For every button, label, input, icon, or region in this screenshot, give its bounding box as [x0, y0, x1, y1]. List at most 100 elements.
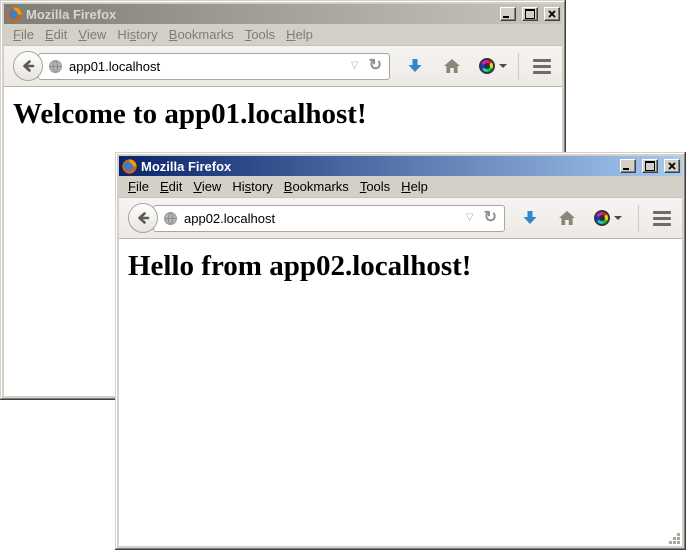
- toolbar-right-group: [518, 53, 553, 80]
- menu-label-part: H: [401, 179, 410, 194]
- menu-label-part: ools: [366, 179, 390, 194]
- navigation-toolbar: app02.localhost: [119, 197, 682, 239]
- menu-bookmarks[interactable]: Bookmarks: [284, 179, 349, 194]
- menu-label-part: ookmarks: [292, 179, 348, 194]
- menu-history[interactable]: History: [232, 179, 272, 194]
- hamburger-menu-icon: [653, 211, 671, 214]
- urlbar-dropdown-icon[interactable]: [349, 61, 361, 71]
- minimize-button[interactable]: [620, 159, 636, 173]
- menu-label-part: E: [45, 27, 54, 42]
- reload-icon[interactable]: [482, 210, 499, 226]
- firefox-window-app02: Mozilla Firefox File Edit View History B…: [115, 152, 686, 550]
- download-arrow-icon: [521, 209, 539, 227]
- home-button[interactable]: [443, 58, 461, 74]
- menu-help[interactable]: Help: [401, 179, 428, 194]
- page-heading: Welcome to app01.localhost!: [13, 98, 562, 131]
- firefox-icon[interactable]: [122, 159, 137, 174]
- close-button[interactable]: [544, 7, 560, 21]
- hamburger-menu-icon: [653, 217, 671, 220]
- window-title: Mozilla Firefox: [141, 159, 614, 174]
- toolbar-right-group: [638, 205, 673, 232]
- menu-label-part: E: [160, 179, 169, 194]
- addon-button[interactable]: [479, 58, 507, 74]
- urlbar-dropdown-icon[interactable]: [464, 213, 476, 223]
- menubar: File Edit View History Bookmarks Tools H…: [119, 176, 682, 197]
- hamburger-menu-icon: [653, 223, 671, 226]
- menu-view[interactable]: View: [78, 27, 106, 42]
- menu-label-part: F: [128, 179, 136, 194]
- menu-button[interactable]: [531, 57, 553, 76]
- menu-help[interactable]: Help: [286, 27, 313, 42]
- home-icon: [558, 210, 576, 226]
- titlebar[interactable]: Mozilla Firefox: [119, 156, 682, 176]
- close-button[interactable]: [664, 159, 680, 173]
- desktop: { "colors": { "chrome_gray": "#d4d0c8", …: [0, 0, 688, 551]
- home-button[interactable]: [558, 210, 576, 226]
- menu-history[interactable]: History: [117, 27, 157, 42]
- firefox-icon[interactable]: [7, 7, 22, 22]
- colorwheel-icon: [479, 58, 495, 74]
- url-text: app02.localhost: [184, 211, 458, 226]
- menu-label-part: Hi: [232, 179, 244, 194]
- menu-label-part: iew: [202, 179, 222, 194]
- menu-label-part: H: [286, 27, 295, 42]
- minimize-icon: [623, 168, 629, 170]
- globe-icon: [48, 59, 63, 74]
- home-icon: [443, 58, 461, 74]
- hamburger-menu-icon: [533, 65, 551, 68]
- menu-view[interactable]: View: [193, 179, 221, 194]
- menu-tools[interactable]: Tools: [360, 179, 390, 194]
- back-button[interactable]: [128, 203, 158, 233]
- menu-label-part: Hi: [117, 27, 129, 42]
- menu-label-part: V: [193, 179, 201, 194]
- reload-icon[interactable]: [367, 58, 384, 74]
- hamburger-menu-icon: [533, 59, 551, 62]
- menu-label-part: ookmarks: [177, 27, 233, 42]
- globe-icon: [163, 211, 178, 226]
- back-arrow-icon: [20, 58, 36, 74]
- menu-label-part: iew: [87, 27, 107, 42]
- maximize-button[interactable]: [642, 159, 658, 173]
- maximize-button[interactable]: [522, 7, 538, 21]
- download-arrow-icon: [406, 57, 424, 75]
- menu-label-part: dit: [169, 179, 183, 194]
- urlbar[interactable]: app01.localhost: [38, 53, 390, 80]
- menu-label-part: F: [13, 27, 21, 42]
- menu-label-part: ools: [251, 27, 275, 42]
- menubar: File Edit View History Bookmarks Tools H…: [4, 24, 562, 45]
- dropdown-caret-icon: [614, 216, 622, 220]
- menu-label-part: tory: [136, 27, 158, 42]
- window-title: Mozilla Firefox: [26, 7, 494, 22]
- hamburger-menu-icon: [533, 71, 551, 74]
- resize-grip[interactable]: [668, 532, 681, 545]
- menu-label-part: V: [78, 27, 86, 42]
- menu-bookmarks[interactable]: Bookmarks: [169, 27, 234, 42]
- maximize-icon: [525, 9, 535, 19]
- downloads-button[interactable]: [406, 57, 424, 75]
- back-button[interactable]: [13, 51, 43, 81]
- addon-button[interactable]: [594, 210, 622, 226]
- page-heading: Hello from app02.localhost!: [128, 250, 682, 283]
- menu-button[interactable]: [651, 209, 673, 228]
- dropdown-caret-icon: [499, 64, 507, 68]
- close-icon: [548, 10, 556, 18]
- menu-edit[interactable]: Edit: [160, 179, 182, 194]
- titlebar[interactable]: Mozilla Firefox: [4, 4, 562, 24]
- maximize-icon: [645, 161, 655, 171]
- menu-file[interactable]: File: [128, 179, 149, 194]
- menu-file[interactable]: File: [13, 27, 34, 42]
- menu-label-part: ile: [21, 27, 34, 42]
- page-content: Hello from app02.localhost!: [119, 239, 682, 546]
- menu-edit[interactable]: Edit: [45, 27, 67, 42]
- menu-label-part: ile: [136, 179, 149, 194]
- urlbar[interactable]: app02.localhost: [153, 205, 505, 232]
- navigation-toolbar: app01.localhost: [4, 45, 562, 87]
- menu-tools[interactable]: Tools: [245, 27, 275, 42]
- minimize-button[interactable]: [500, 7, 516, 21]
- url-text: app01.localhost: [69, 59, 343, 74]
- downloads-button[interactable]: [521, 209, 539, 227]
- minimize-icon: [503, 16, 509, 18]
- menu-label-part: elp: [296, 27, 313, 42]
- menu-label-part: elp: [411, 179, 428, 194]
- menu-label-part: tory: [251, 179, 273, 194]
